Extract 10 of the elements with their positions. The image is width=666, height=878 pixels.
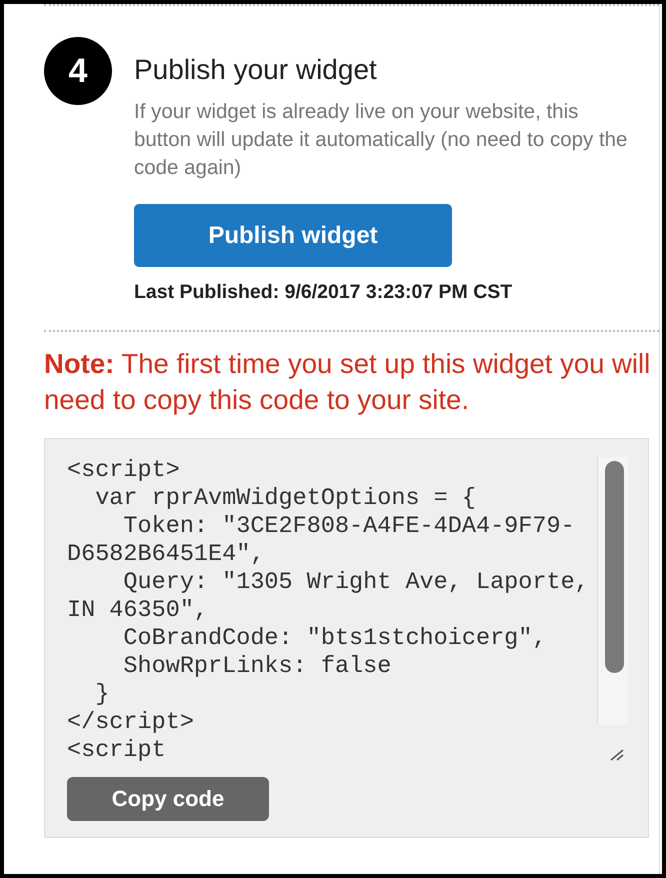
- copy-code-button[interactable]: Copy code: [67, 777, 269, 821]
- step-description: If your widget is already live on your website, this button will update it automatically (no need to copy the code again): [134, 99, 628, 181]
- code-textarea[interactable]: <script> var rprAvmWidgetOptions = { Token: "3CE2F808-A4FE-4DA4-9F79- D6582B6451E4", Query: "1305 Wright Ave, Laporte, IN 46350", CoBrandCode: "bts1stchoicerg", ShowRprLinks: false } </script> <script: [67, 455, 594, 765]
- step-number-badge: 4: [44, 37, 112, 105]
- scrollbar[interactable]: [597, 457, 628, 725]
- step-title: Publish your widget: [134, 54, 378, 86]
- resize-grip-icon[interactable]: [610, 749, 624, 761]
- publish-widget-button[interactable]: Publish widget: [134, 204, 452, 267]
- last-published-text: Last Published: 9/6/2017 3:23:07 PM CST: [134, 281, 514, 304]
- note-text: Note: The first time you set up this widget you will need to copy this code to your site.: [44, 347, 652, 417]
